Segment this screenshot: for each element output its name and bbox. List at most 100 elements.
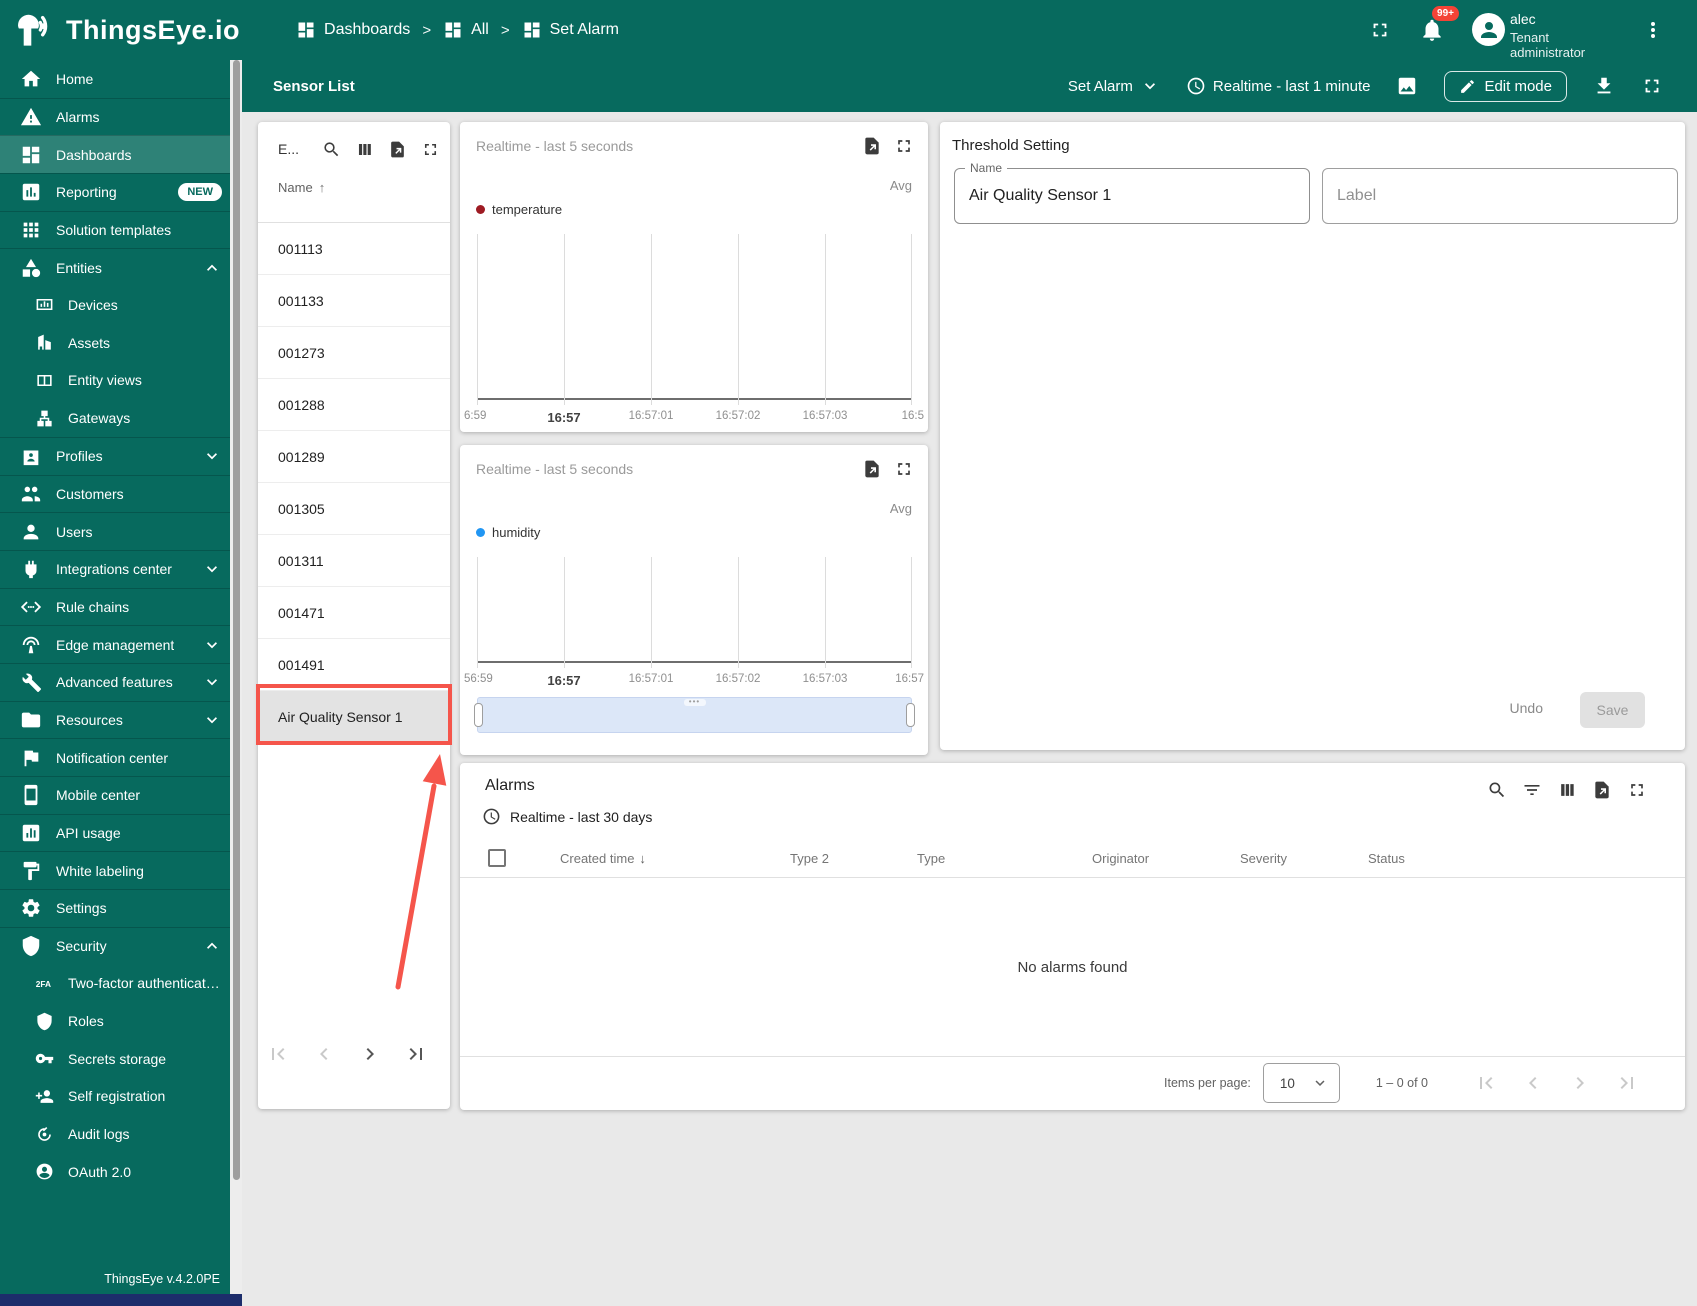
sidebar-item-home[interactable]: Home (0, 60, 230, 98)
sidebar-item-reporting[interactable]: Reporting NEW (0, 173, 230, 211)
undo-button[interactable]: Undo (1510, 700, 1543, 716)
entity-row[interactable]: 001471 (258, 587, 450, 639)
entity-row[interactable]: 001288 (258, 379, 450, 431)
sidebar-item-white-labeling[interactable]: White labeling (0, 851, 230, 889)
entity-row[interactable]: 001305 (258, 483, 450, 535)
sidebar-item-edge-management[interactable]: Edge management (0, 625, 230, 663)
fullscreen-icon[interactable] (894, 136, 914, 156)
sidebar-item-api-usage[interactable]: API usage (0, 813, 230, 852)
state-selector[interactable]: Set Alarm (1068, 76, 1160, 96)
entity-row[interactable]: 001311 (258, 535, 450, 587)
notifications-button[interactable]: 99+ (1419, 6, 1459, 43)
app-logo[interactable]: ThingsEye.io (14, 11, 240, 49)
chart-plot-area[interactable] (477, 234, 912, 405)
sidebar-item-mobile-center[interactable]: Mobile center (0, 776, 230, 814)
first-page-icon[interactable] (1474, 1071, 1498, 1095)
fullscreen-icon[interactable] (894, 459, 914, 479)
range-handle-right[interactable] (906, 703, 915, 727)
entity-row[interactable]: 001289 (258, 431, 450, 483)
label-input[interactable] (1337, 169, 1657, 223)
sidebar-item-settings[interactable]: Settings (0, 889, 230, 927)
sidebar-item-alarms[interactable]: Alarms (0, 97, 230, 136)
first-page-icon[interactable] (266, 1042, 290, 1066)
search-icon[interactable] (322, 140, 341, 159)
export-icon[interactable] (862, 136, 882, 156)
sidebar-item-gateways[interactable]: Gateways (0, 399, 230, 437)
kebab-menu-icon[interactable] (1641, 18, 1665, 42)
sidebar-item-self-registration[interactable]: Self registration (0, 1078, 230, 1116)
breadcrumb-all[interactable]: All (443, 20, 489, 40)
search-icon[interactable] (1487, 780, 1507, 800)
sidebar-item-dashboards[interactable]: Dashboards (0, 135, 230, 174)
next-page-icon[interactable] (1568, 1071, 1592, 1095)
filter-icon[interactable] (1522, 780, 1542, 800)
entity-row[interactable]: 001273 (258, 327, 450, 379)
fullscreen-icon[interactable] (1627, 780, 1647, 800)
sidebar-item-two-factor[interactable]: 2FA Two-factor authenticati… (0, 965, 230, 1003)
image-icon[interactable] (1396, 75, 1418, 97)
fullscreen-icon[interactable] (1369, 19, 1391, 41)
sidebar-item-notification-center[interactable]: Notification center (0, 738, 230, 776)
column-type2[interactable]: Type 2 (790, 851, 829, 866)
sidebar-item-solution-templates[interactable]: Solution templates (0, 210, 230, 249)
breadcrumb-set-alarm[interactable]: Set Alarm (522, 20, 619, 40)
last-page-icon[interactable] (404, 1042, 428, 1066)
export-icon[interactable] (1592, 780, 1612, 800)
sidebar-scrollbar[interactable] (230, 60, 242, 1294)
legend-humidity[interactable]: humidity (476, 525, 540, 540)
column-created-time[interactable]: Created time ↓ (560, 851, 646, 866)
last-page-icon[interactable] (1615, 1071, 1639, 1095)
sidebar-item-security[interactable]: Security (0, 926, 230, 965)
sidebar-item-devices[interactable]: Devices (0, 286, 230, 324)
items-per-page-select[interactable]: 10 (1262, 1063, 1340, 1103)
sidebar-item-profiles[interactable]: Profiles (0, 436, 230, 475)
column-severity[interactable]: Severity (1240, 851, 1287, 866)
download-icon[interactable] (1593, 75, 1615, 97)
save-button[interactable]: Save (1580, 692, 1645, 728)
sidebar-item-resources[interactable]: Resources (0, 700, 230, 739)
export-icon[interactable] (388, 140, 407, 159)
select-all-checkbox[interactable] (488, 849, 506, 867)
legend-temperature[interactable]: temperature (476, 202, 562, 217)
column-status[interactable]: Status (1368, 851, 1405, 866)
fullscreen-icon[interactable] (421, 140, 440, 159)
sidebar-item-roles[interactable]: Roles (0, 1002, 230, 1040)
export-icon[interactable] (862, 459, 882, 479)
sidebar-item-integrations-center[interactable]: Integrations center (0, 549, 230, 588)
sidebar-item-rule-chains[interactable]: Rule chains (0, 587, 230, 626)
entity-row[interactable]: 001113 (258, 223, 450, 275)
chart-plot-area[interactable] (477, 557, 912, 668)
timewindow-button[interactable]: Realtime - last 1 minute (1186, 76, 1370, 96)
sidebar-item-entities[interactable]: Entities (0, 248, 230, 286)
columns-icon[interactable] (355, 140, 374, 159)
columns-icon[interactable] (1557, 780, 1577, 800)
sidebar-item-oauth[interactable]: OAuth 2.0 (0, 1153, 230, 1191)
range-grip[interactable]: ••• (683, 698, 706, 706)
sidebar-item-audit-logs[interactable]: Audit logs (0, 1115, 230, 1153)
sidebar-item-secrets-storage[interactable]: Secrets storage (0, 1040, 230, 1078)
user-info[interactable]: alec Tenant administrator (1510, 11, 1615, 60)
scrollbar-thumb[interactable] (232, 60, 240, 1180)
name-input[interactable] (969, 169, 1289, 223)
previous-page-icon[interactable] (312, 1042, 336, 1066)
time-range-selector[interactable]: ••• (474, 697, 915, 733)
edit-mode-button[interactable]: Edit mode (1444, 70, 1567, 102)
alarms-timewindow-button[interactable]: Realtime - last 30 days (482, 807, 652, 826)
sidebar-item-entity-views[interactable]: Entity views (0, 362, 230, 400)
avatar[interactable] (1472, 13, 1505, 46)
column-originator[interactable]: Originator (1092, 851, 1149, 866)
sidebar-item-assets[interactable]: Assets (0, 324, 230, 362)
range-handle-left[interactable] (474, 703, 483, 727)
sidebar-item-advanced-features[interactable]: Advanced features (0, 663, 230, 701)
sidebar-item-customers[interactable]: Customers (0, 474, 230, 513)
name-column-header[interactable]: Name ↑ (278, 180, 325, 195)
entity-row[interactable]: 001133 (258, 275, 450, 327)
fullscreen-icon[interactable] (1641, 75, 1663, 97)
entity-row-selected[interactable]: Air Quality Sensor 1 (258, 691, 450, 743)
entity-row[interactable]: 001491 (258, 639, 450, 691)
next-page-icon[interactable] (358, 1042, 382, 1066)
column-type[interactable]: Type (917, 851, 945, 866)
breadcrumb-dashboards[interactable]: Dashboards (296, 20, 410, 40)
sidebar-item-users[interactable]: Users (0, 512, 230, 550)
previous-page-icon[interactable] (1521, 1071, 1545, 1095)
